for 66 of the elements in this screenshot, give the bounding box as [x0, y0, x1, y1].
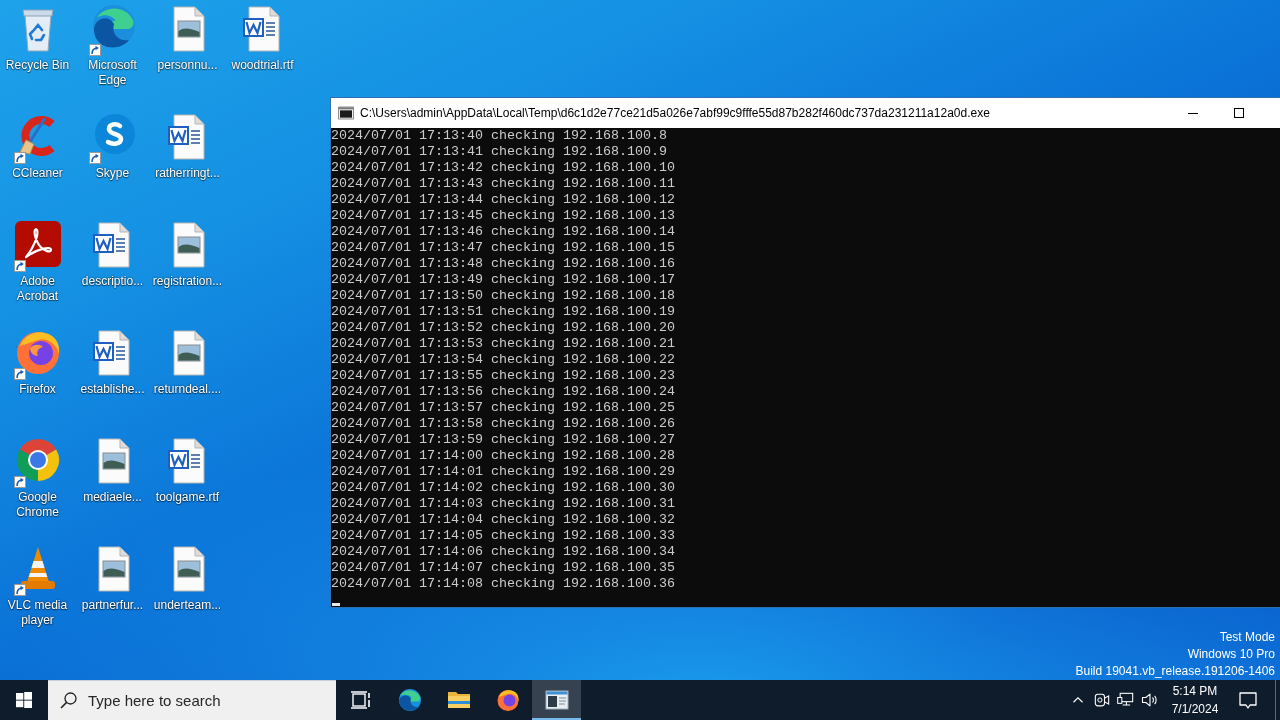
desktop-icon-label[interactable]: Adobe Acrobat: [0, 274, 75, 304]
search-icon: [60, 692, 77, 709]
desktop-icon-label[interactable]: registration...: [152, 274, 223, 289]
desktop-icon-label[interactable]: ratherringt...: [155, 166, 220, 181]
desktop-icon-label[interactable]: Skype: [95, 166, 130, 181]
console-line: 2024/07/01 17:14:01 checking 192.168.100.29: [331, 464, 676, 480]
system-watermark-text: Build 19041.vb_release.191206-1406: [1075, 663, 1275, 680]
desktop-icon-label[interactable]: establishe...: [80, 382, 145, 397]
console-line: 2024/07/01 17:13:58 checking 192.168.100.26: [331, 416, 676, 432]
console-line: 2024/07/01 17:13:49 checking 192.168.100.17: [331, 272, 676, 288]
console-line: 2024/07/01 17:13:41 checking 192.168.100.9: [331, 144, 668, 160]
console-line: 2024/07/01 17:14:02 checking 192.168.100.30: [331, 480, 676, 496]
console-line: 2024/07/01 17:13:55 checking 192.168.100.23: [331, 368, 676, 384]
console-line: 2024/07/01 17:13:56 checking 192.168.100.24: [331, 384, 676, 400]
console-line: 2024/07/01 17:14:05 checking 192.168.100.33: [331, 528, 676, 544]
console-line: 2024/07/01 17:13:54 checking 192.168.100.22: [331, 352, 676, 368]
firefox-logo-icon: [495, 688, 520, 712]
window-title: C:\Users\admin\AppData\Local\Temp\d6c1d2e77ce21d5a026e7abf99c9fffe55d87b282f460dc737da231211a12a0d.exe: [360, 106, 990, 120]
console-window-icon: [544, 688, 569, 712]
desktop-icon-label[interactable]: woodtrial.rtf: [231, 58, 294, 73]
minimize-icon: [1188, 112, 1198, 114]
edge-logo-icon: [397, 688, 422, 712]
console-line: 2024/07/01 17:14:03 checking 192.168.100.31: [331, 496, 676, 512]
desktop-icon-label[interactable]: Microsoft Edge: [75, 58, 150, 88]
console-line: 2024/07/01 17:13:57 checking 192.168.100.25: [331, 400, 676, 416]
console-line: 2024/07/01 17:14:06 checking 192.168.100.34: [331, 544, 676, 560]
console-line: 2024/07/01 17:13:43 checking 192.168.100.11: [331, 176, 676, 192]
windows-logo-icon: [16, 692, 32, 708]
console-line: 2024/07/01 17:13:48 checking 192.168.100.16: [331, 256, 676, 272]
console-line: 2024/07/01 17:14:08 checking 192.168.100.36: [331, 576, 676, 592]
desktop-icon-label[interactable]: underteam...: [153, 598, 222, 613]
console-line: 2024/07/01 17:13:44 checking 192.168.100.12: [331, 192, 676, 208]
system-watermark-text: Windows 10 Pro: [1187, 646, 1275, 663]
console-line: 2024/07/01 17:13:40 checking 192.168.100.8: [331, 128, 668, 144]
taskbar-button[interactable]: [532, 680, 581, 720]
search-field[interactable]: Type here to search: [48, 680, 336, 720]
desktop-icon-label[interactable]: Google Chrome: [0, 490, 75, 520]
desktop-icon-label[interactable]: VLC media player: [0, 598, 75, 628]
console-line: 2024/07/01 17:13:45 checking 192.168.100.13: [331, 208, 676, 224]
console-line: 2024/07/01 17:14:07 checking 192.168.100.35: [331, 560, 676, 576]
desktop-icon-label[interactable]: Firefox: [19, 382, 56, 397]
acrobat-logo-icon[interactable]: [13, 220, 62, 268]
notification-icon: [1238, 690, 1258, 710]
desktop-icon-label[interactable]: toolgame.rtf: [155, 490, 220, 505]
maximize-icon: [1234, 108, 1244, 118]
console-line: 2024/07/01 17:13:42 checking 192.168.100.10: [331, 160, 676, 176]
console-line: 2024/07/01 17:14:04 checking 192.168.100.32: [331, 512, 676, 528]
desktop-icon-label[interactable]: personnu...: [157, 58, 218, 73]
console-line: 2024/07/01 17:13:59 checking 192.168.100.27: [331, 432, 676, 448]
system-watermark-text: Test Mode: [1219, 629, 1275, 646]
console-line: 2024/07/01 17:13:52 checking 192.168.100.20: [331, 320, 676, 336]
desktop-icon-label[interactable]: CCleaner: [12, 166, 63, 181]
console-line: 2024/07/01 17:14:00 checking 192.168.100.28: [331, 448, 676, 464]
console-line: 2024/07/01 17:13:47 checking 192.168.100.15: [331, 240, 676, 256]
desktop-icon-label[interactable]: descriptio...: [81, 274, 144, 289]
console-line: 2024/07/01 17:13:51 checking 192.168.100.19: [331, 304, 676, 320]
taskbar-clock[interactable]: 5:14 PM 7/1/2024: [1162, 680, 1228, 720]
desktop-icon-label[interactable]: Recycle Bin: [5, 58, 70, 73]
desktop-icon-label[interactable]: partnerfur...: [81, 598, 144, 613]
desktop-icon-label[interactable]: returndeal....: [153, 382, 222, 397]
console-line: 2024/07/01 17:13:46 checking 192.168.100.14: [331, 224, 676, 240]
desktop-icon-label[interactable]: mediaele...: [83, 490, 142, 505]
console-window-icon: [338, 105, 354, 121]
task-view-icon: [348, 688, 373, 712]
console-line: 2024/07/01 17:13:53 checking 192.168.100.21: [331, 336, 676, 352]
console-line: 2024/07/01 17:13:50 checking 192.168.100.18: [331, 288, 676, 304]
